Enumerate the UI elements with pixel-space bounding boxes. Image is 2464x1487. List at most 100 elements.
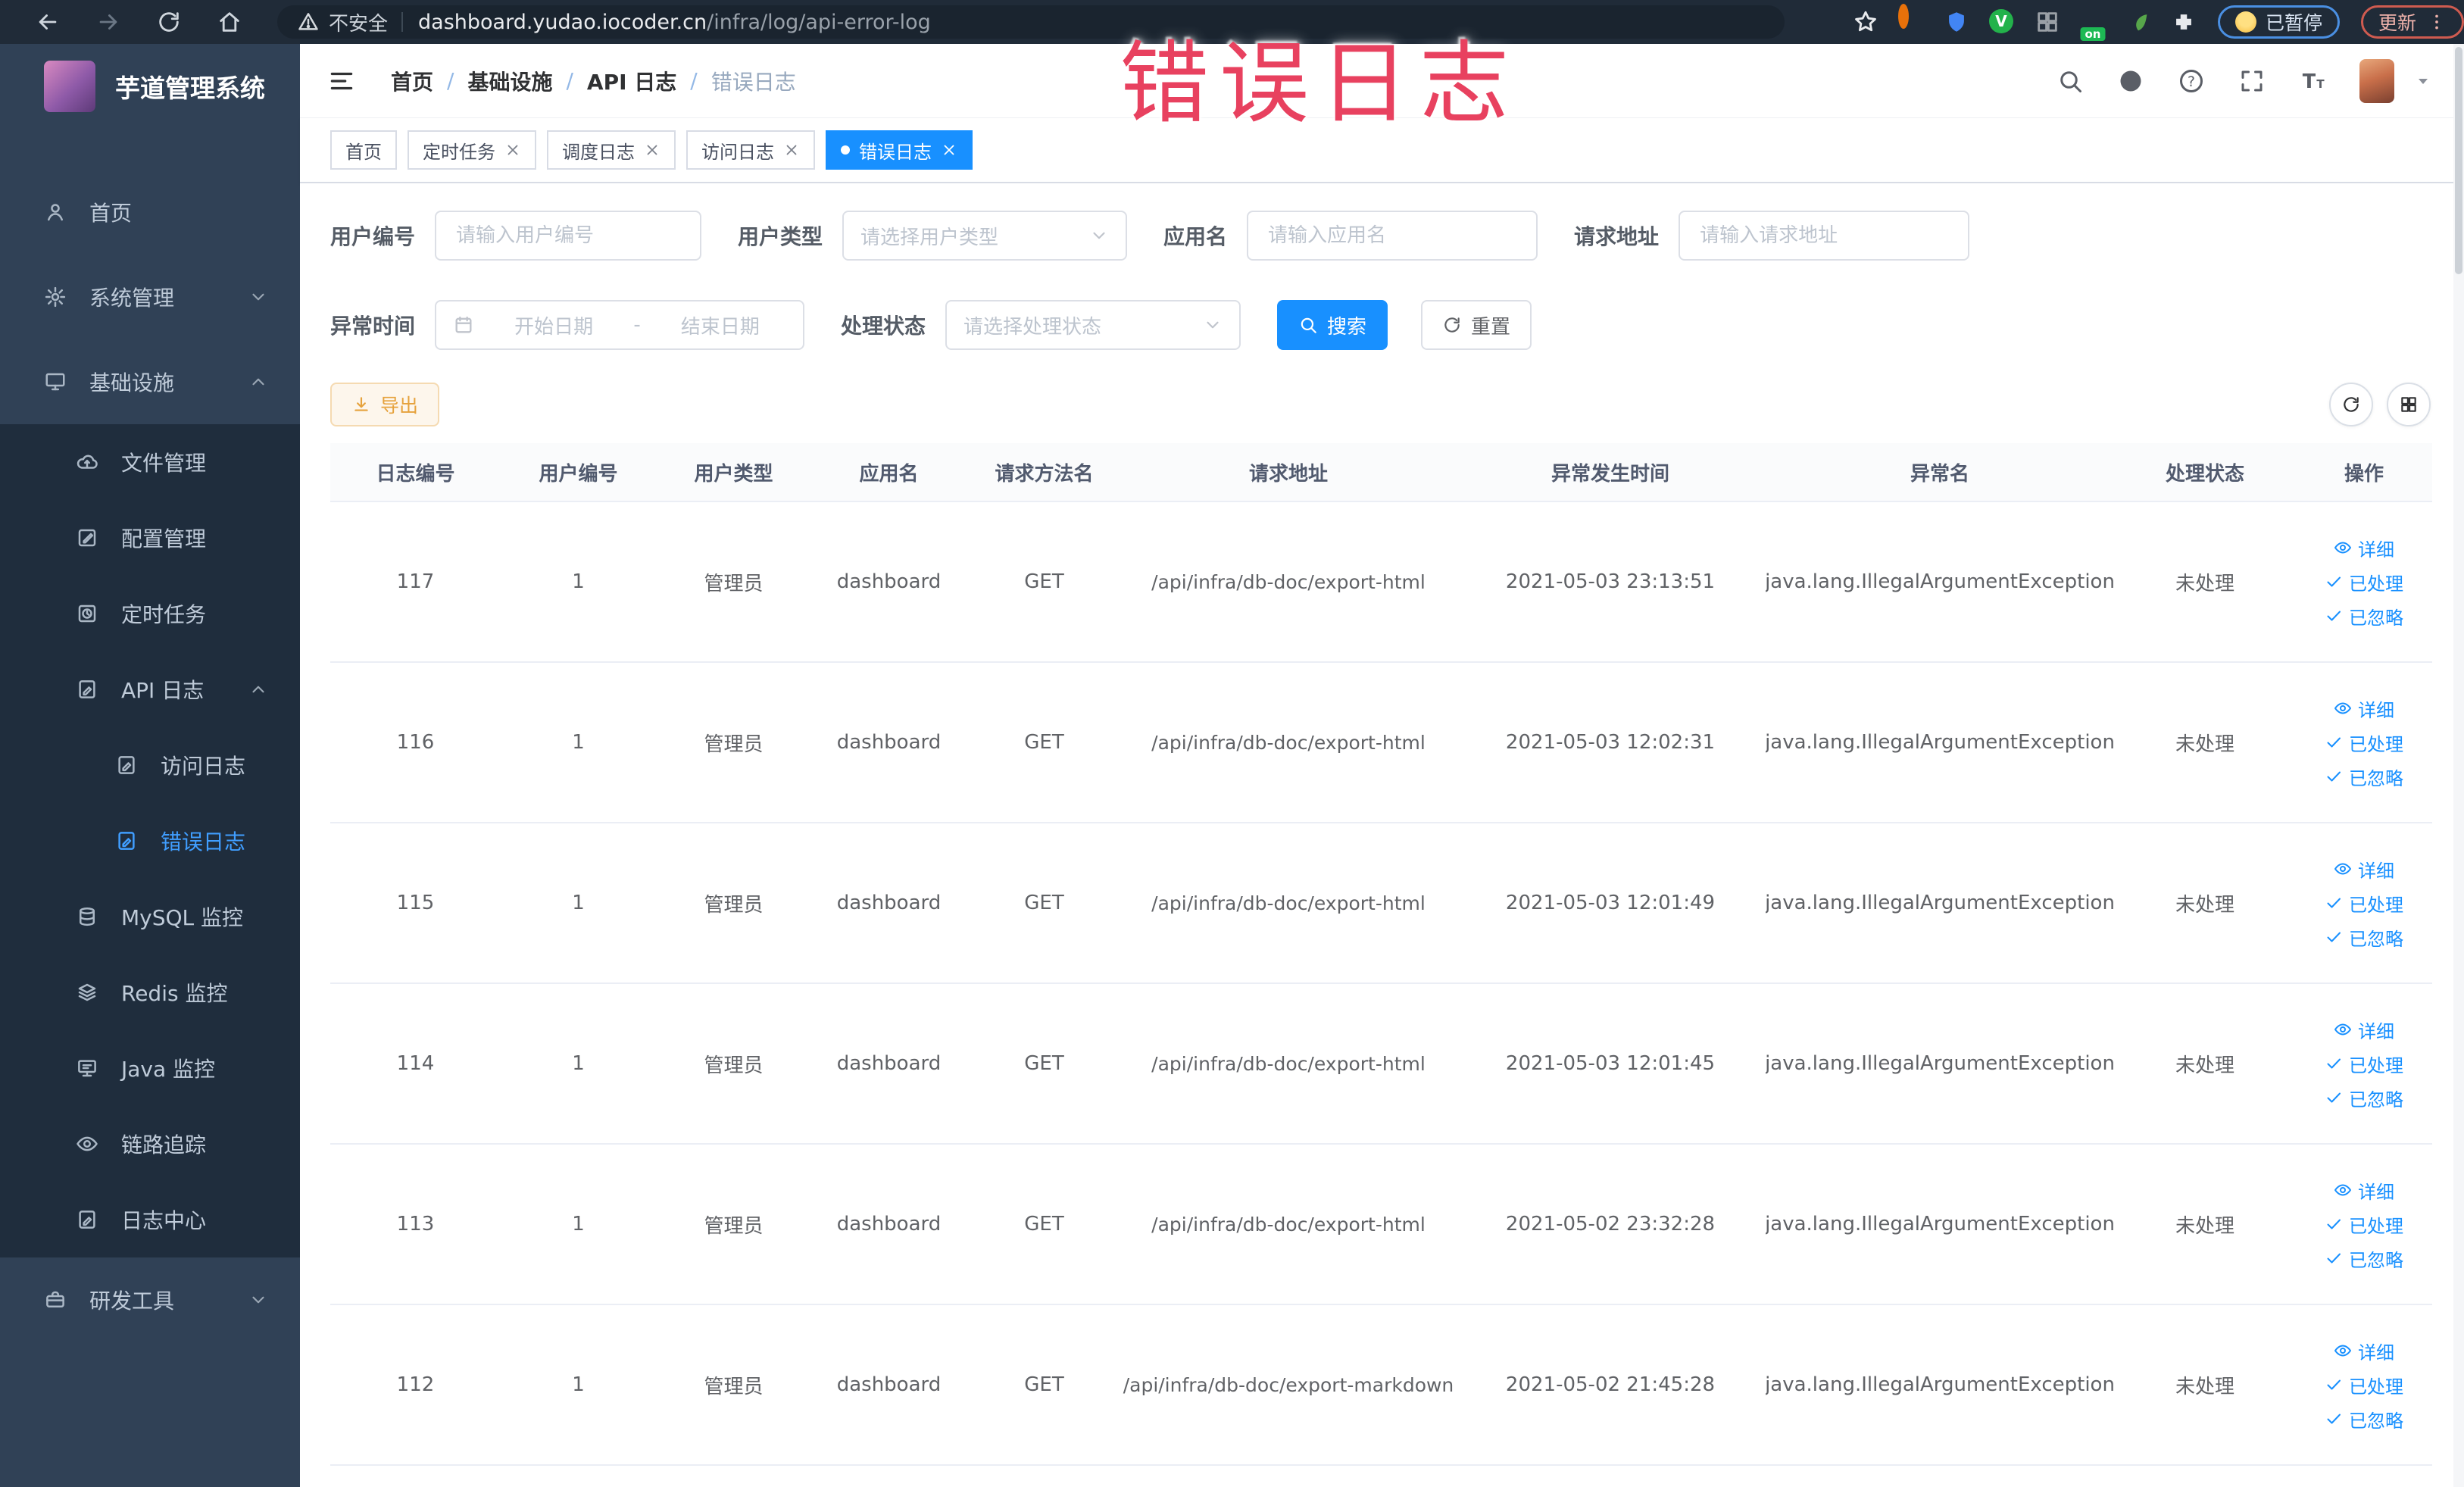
extension-switch-icon[interactable]: on <box>2080 9 2106 41</box>
user-id-input[interactable] <box>436 212 701 259</box>
ignored-link[interactable]: 已忽略 <box>2325 603 2403 629</box>
tab-error-log[interactable]: 错误日志 <box>826 130 973 170</box>
processed-link[interactable]: 已处理 <box>2325 729 2403 756</box>
sidebar-item-dev-tools[interactable]: 研发工具 <box>0 1257 300 1342</box>
breadcrumb-item[interactable]: API 日志 <box>587 66 676 96</box>
github-icon[interactable] <box>2117 67 2144 95</box>
ignored-icon <box>2325 607 2343 625</box>
processed-link[interactable]: 已处理 <box>2325 569 2403 595</box>
search-button[interactable]: 搜索 <box>1277 300 1388 350</box>
extension-location-icon[interactable] <box>1944 9 1969 35</box>
sidebar-item-infrastructure[interactable]: 基础设施 <box>0 339 300 424</box>
breadcrumb-item[interactable]: 基础设施 <box>467 66 552 96</box>
ignored-link[interactable]: 已忽略 <box>2325 1406 2403 1432</box>
sidebar-item-config-management[interactable]: 配置管理 <box>0 500 300 576</box>
processed-link[interactable]: 已处理 <box>2325 1211 2403 1238</box>
tab-schedule-log[interactable]: 调度日志 <box>547 130 676 170</box>
sidebar-item-java-monitor[interactable]: Java 监控 <box>0 1030 300 1106</box>
browser-forward-icon[interactable] <box>95 9 121 35</box>
browser-update-button[interactable]: 更新 <box>2360 5 2464 39</box>
date-range-picker[interactable]: 开始日期 - 结束日期 <box>435 300 805 350</box>
processed-link[interactable]: 已处理 <box>2325 1372 2403 1398</box>
sidebar-item-file-management[interactable]: 文件管理 <box>0 424 300 500</box>
sidebar-item-home[interactable]: 首页 <box>0 170 300 255</box>
extension-sprout-icon[interactable] <box>2125 9 2151 35</box>
sidebar-item-label: 配置管理 <box>121 526 207 551</box>
cell-method: GET <box>1024 570 1064 593</box>
sidebar-item-trace[interactable]: 链路追踪 <box>0 1106 300 1182</box>
close-icon[interactable] <box>941 142 957 158</box>
sidebar-item-access-log[interactable]: 访问日志 <box>0 727 300 803</box>
breadcrumb-item[interactable]: 首页 <box>391 66 433 96</box>
detail-link[interactable]: 详细 <box>2334 695 2394 722</box>
sidebar-item-system-management[interactable]: 系统管理 <box>0 255 300 339</box>
page-scrollbar[interactable] <box>2453 44 2464 1487</box>
sidebar-item-mysql-monitor[interactable]: MySQL 监控 <box>0 879 300 954</box>
sidebar-item-label: 访问日志 <box>161 754 246 779</box>
process-status-select[interactable]: 请选择处理状态 <box>945 300 1241 350</box>
close-icon[interactable] <box>644 142 661 158</box>
paused-extension-pill[interactable]: 已暂停 <box>2217 5 2340 39</box>
search-button-icon <box>1298 315 1318 335</box>
browser-reload-icon[interactable] <box>156 9 182 35</box>
search-icon[interactable] <box>2056 67 2084 95</box>
ignored-label: 已忽略 <box>2349 607 2403 629</box>
tab-label: 首页 <box>345 141 382 163</box>
close-icon[interactable] <box>504 142 521 158</box>
detail-link[interactable]: 详细 <box>2334 1017 2394 1043</box>
tab-access-log[interactable]: 访问日志 <box>686 130 815 170</box>
ignored-link[interactable]: 已忽略 <box>2325 764 2403 790</box>
user-avatar[interactable] <box>2359 58 2394 103</box>
extension-puzzle-icon[interactable] <box>2171 9 2197 35</box>
cell-status: 未处理 <box>2175 1375 2234 1398</box>
reset-button[interactable]: 重置 <box>1421 300 1532 350</box>
font-size-icon[interactable]: TT <box>2299 67 2326 95</box>
request-url-input[interactable] <box>1680 212 1969 259</box>
refresh-icon <box>2341 395 2361 414</box>
sidebar-item-scheduled-tasks[interactable]: 定时任务 <box>0 576 300 651</box>
app-logo-row[interactable]: 芋道管理系统 <box>0 44 300 129</box>
export-button[interactable]: 导出 <box>330 383 440 426</box>
address-bar[interactable]: 不安全 dashboard.yudao.iocoder.cn /infra/lo… <box>277 5 1785 39</box>
ignored-link[interactable]: 已忽略 <box>2325 924 2403 951</box>
app-name-input[interactable] <box>1248 212 1537 259</box>
close-icon[interactable] <box>783 142 800 158</box>
refresh-button[interactable] <box>2329 383 2373 426</box>
bookmark-star-icon[interactable] <box>1853 9 1878 35</box>
column-header-method: 请求方法名 <box>995 462 1094 486</box>
detail-link[interactable]: 详细 <box>2334 1338 2394 1364</box>
help-icon[interactable]: ? <box>2178 67 2205 95</box>
breadcrumb-separator: / <box>690 68 698 93</box>
fullscreen-icon[interactable] <box>2238 67 2266 95</box>
detail-link[interactable]: 详细 <box>2334 535 2394 561</box>
cell-exception: java.lang.IllegalArgumentException <box>1766 892 2114 914</box>
browser-menu-dots-icon[interactable] <box>2427 12 2447 32</box>
extension-apps-icon[interactable] <box>2035 9 2060 35</box>
page-header: 首页 / 基础设施 / API 日志 / 错误日志 ? TT <box>300 44 2464 118</box>
processed-link[interactable]: 已处理 <box>2325 890 2403 917</box>
detail-link[interactable]: 详细 <box>2334 1177 2394 1204</box>
avatar-caret-down-icon[interactable] <box>2414 72 2432 90</box>
sidebar-item-error-log[interactable]: 错误日志 <box>0 803 300 879</box>
detail-link[interactable]: 详细 <box>2334 856 2394 883</box>
scrollbar-thumb[interactable] <box>2455 47 2462 274</box>
user-type-select[interactable]: 请选择用户类型 <box>842 211 1128 261</box>
processed-label: 已处理 <box>2349 894 2403 916</box>
extension-verified-icon[interactable]: V <box>1988 9 2015 35</box>
processed-icon <box>2325 1376 2343 1394</box>
column-settings-button[interactable] <box>2387 383 2431 426</box>
sidebar-item-redis-monitor[interactable]: Redis 监控 <box>0 954 300 1030</box>
browser-back-icon[interactable] <box>35 9 61 35</box>
extension-orange-icon[interactable] <box>1897 4 1924 35</box>
ignored-link[interactable]: 已忽略 <box>2325 1245 2403 1272</box>
sidebar-item-log-center[interactable]: 日志中心 <box>0 1182 300 1257</box>
ignored-link[interactable]: 已忽略 <box>2325 1085 2403 1111</box>
sidebar-item-api-logs[interactable]: API 日志 <box>0 651 300 727</box>
ignored-icon <box>2325 1410 2343 1428</box>
tab-home[interactable]: 首页 <box>330 130 397 170</box>
tab-scheduled-tasks[interactable]: 定时任务 <box>408 130 536 170</box>
hamburger-icon[interactable] <box>327 67 356 95</box>
processed-link[interactable]: 已处理 <box>2325 1051 2403 1077</box>
detail-icon <box>2334 1342 2352 1360</box>
browser-home-icon[interactable] <box>217 9 242 35</box>
